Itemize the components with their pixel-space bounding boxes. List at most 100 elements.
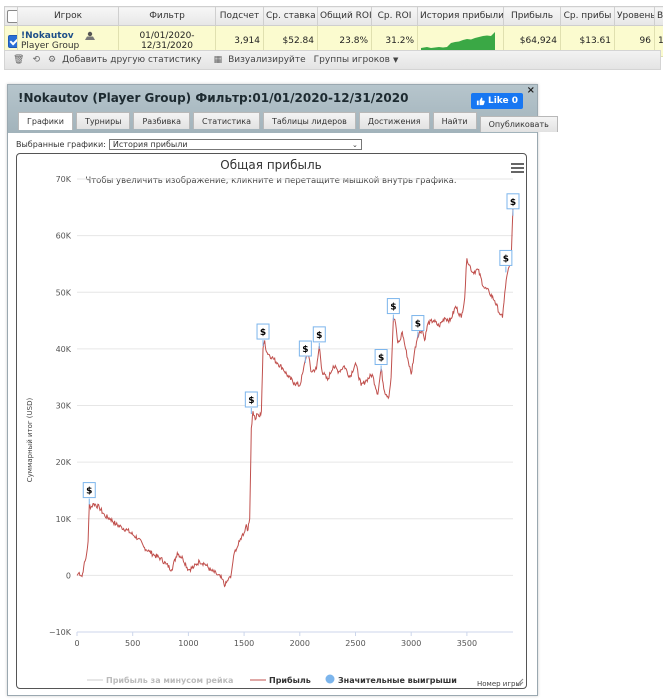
profit-chart[interactable]: Общая прибыль Чтобы увеличить изображени… — [17, 154, 526, 688]
y-axis-label: Суммарный итог (USD) — [26, 398, 34, 483]
hamburger-menu-icon[interactable] — [511, 163, 524, 173]
chart-legend: Прибыль за минусом рейка Прибыль Значите… — [87, 674, 457, 685]
chevron-down-icon: ⌄ — [352, 140, 358, 149]
svg-text:$: $ — [415, 320, 421, 330]
profit-series[interactable] — [76, 207, 514, 588]
col-header-avg-profit[interactable]: Ср. прибы — [560, 6, 615, 26]
x-tick-label: 3000 — [401, 639, 421, 648]
chevron-down-icon[interactable]: ▼ — [393, 56, 398, 64]
add-stat-icon: ⚙ — [47, 55, 57, 65]
svg-text:$: $ — [248, 396, 254, 406]
col-header-avg-roi[interactable]: Ср. ROI — [371, 6, 418, 26]
chart-select-row: Выбранные графики: История прибыли ⌄ — [16, 139, 362, 150]
legend-profit[interactable]: Прибыль — [269, 675, 311, 685]
tab-charts[interactable]: Графики — [18, 112, 73, 130]
col-header-extra[interactable]: В — [654, 6, 663, 26]
col-header-total-roi[interactable]: Общий ROI — [317, 6, 372, 26]
filter-start: 01/01/2020- — [139, 31, 195, 41]
col-header-filter[interactable]: Фильтр — [118, 6, 216, 26]
x-tick-label: 0 — [74, 639, 79, 648]
select-all-checkbox[interactable] — [4, 6, 18, 26]
x-tick-label: 1000 — [178, 639, 198, 648]
x-tick-label: 2000 — [290, 639, 310, 648]
x-tick-label: 3500 — [457, 639, 477, 648]
profit-line[interactable] — [76, 207, 514, 588]
big-win-marker[interactable]: $ — [411, 315, 425, 338]
chart-container[interactable]: Общая прибыль Чтобы увеличить изображени… — [16, 153, 527, 689]
visualize-button[interactable]: Визуализируйте — [228, 55, 306, 65]
chart-select-value: История прибыли — [112, 140, 188, 149]
y-tick-label: 10K — [56, 515, 72, 524]
big-win-marker[interactable]: $ — [374, 349, 388, 372]
chart-select-dropdown[interactable]: История прибыли ⌄ — [108, 139, 362, 150]
big-win-marker[interactable]: $ — [82, 482, 96, 505]
facebook-like-button[interactable]: Like 0 — [471, 93, 523, 109]
refresh-icon[interactable]: ⟲ — [32, 55, 40, 65]
svg-text:$: $ — [503, 254, 509, 264]
x-axis-label: Номер игры — [477, 680, 521, 688]
tab-publish[interactable]: Опубликовать — [479, 116, 558, 132]
visualize-icon: ▦ — [213, 55, 223, 65]
svg-text:$: $ — [260, 328, 266, 338]
chart-grid — [77, 178, 513, 633]
svg-text:$: $ — [390, 303, 396, 313]
tab-tournaments[interactable]: Турниры — [75, 112, 131, 129]
y-axis: −10K 0 10K 20K 30K 40K 50K 60K 70K — [49, 175, 72, 637]
y-tick-label: 40K — [56, 345, 72, 354]
x-axis: 0 500 1000 1500 2000 2500 3000 3500 — [74, 632, 477, 648]
y-tick-label: 60K — [56, 232, 72, 241]
sparkline-chart — [421, 31, 495, 50]
col-header-profit-history[interactable]: История прибыли — [417, 6, 504, 26]
add-stat-button[interactable]: Добавить другую статистику — [62, 55, 202, 65]
table-toolbar: 🗑 ⟲ ⚙ Добавить другую статистику ▦ Визуа… — [4, 50, 661, 70]
big-win-marker[interactable]: $ — [499, 249, 513, 273]
player-name-link[interactable]: !Nokautov — [21, 31, 74, 41]
trash-icon[interactable]: 🗑 — [13, 55, 24, 65]
big-win-marker[interactable]: $ — [244, 391, 258, 414]
col-header-profit[interactable]: Прибыль — [503, 6, 561, 26]
x-tick-label: 500 — [125, 639, 140, 648]
x-tick-label: 1500 — [234, 639, 254, 648]
player-avatar-icon[interactable] — [84, 31, 95, 40]
y-tick-label: 20K — [56, 458, 72, 467]
col-header-level[interactable]: Уровень — [614, 6, 655, 26]
svg-text:$: $ — [510, 198, 516, 208]
y-tick-label: −10K — [49, 628, 72, 637]
col-header-avg-stake[interactable]: Ср. ставка — [263, 6, 318, 26]
tab-statistics[interactable]: Статистика — [193, 112, 261, 129]
dialog-title: !Nokautov (Player Group) Фильтр:01/01/20… — [18, 91, 409, 105]
chart-title: Общая прибыль — [220, 158, 321, 172]
y-tick-label: 30K — [56, 402, 72, 411]
svg-text:$: $ — [302, 345, 308, 355]
player-groups-dropdown[interactable]: Группы игроков — [314, 55, 390, 65]
dialog-body: Выбранные графики: История прибыли ⌄ Общ… — [8, 133, 537, 695]
col-header-player[interactable]: Игрок — [17, 6, 119, 26]
svg-text:$: $ — [378, 354, 384, 364]
dialog-header[interactable]: !Nokautov (Player Group) Фильтр:01/01/20… — [8, 85, 558, 133]
like-count: Like 0 — [487, 96, 519, 106]
legend-net-rake[interactable]: Прибыль за минусом рейка — [106, 675, 233, 685]
legend-big-wins[interactable]: Значительные выигрыши — [338, 676, 457, 685]
thumbs-up-icon — [476, 96, 485, 105]
x-tick-label: 2500 — [345, 639, 365, 648]
tab-find[interactable]: Найти — [432, 112, 477, 129]
tab-achievements[interactable]: Достижения — [358, 112, 430, 129]
close-icon[interactable]: × — [527, 85, 535, 96]
svg-text:$: $ — [316, 331, 322, 341]
big-win-marker[interactable]: $ — [506, 193, 520, 216]
tab-leaderboards[interactable]: Таблицы лидеров — [263, 112, 356, 129]
big-win-marker[interactable]: $ — [312, 326, 326, 349]
svg-text:$: $ — [86, 487, 92, 497]
big-win-marker[interactable]: $ — [256, 323, 270, 347]
col-header-count[interactable]: Подсчет — [215, 6, 264, 26]
y-tick-label: 70K — [56, 175, 72, 184]
chart-subtitle: Чтобы увеличить изображение, кликните и … — [85, 176, 456, 186]
player-chart-dialog: !Nokautov (Player Group) Фильтр:01/01/20… — [7, 84, 558, 696]
dialog-tabs: Графики Турниры Разбивка Статистика Табл… — [18, 112, 558, 132]
chart-select-label: Выбранные графики: — [16, 140, 106, 149]
y-tick-label: 0 — [66, 571, 71, 580]
resize-handle-icon[interactable] — [516, 678, 524, 686]
y-tick-label: 50K — [56, 288, 72, 297]
tab-breakdown[interactable]: Разбивка — [133, 112, 191, 129]
big-win-marker[interactable]: $ — [386, 298, 400, 321]
